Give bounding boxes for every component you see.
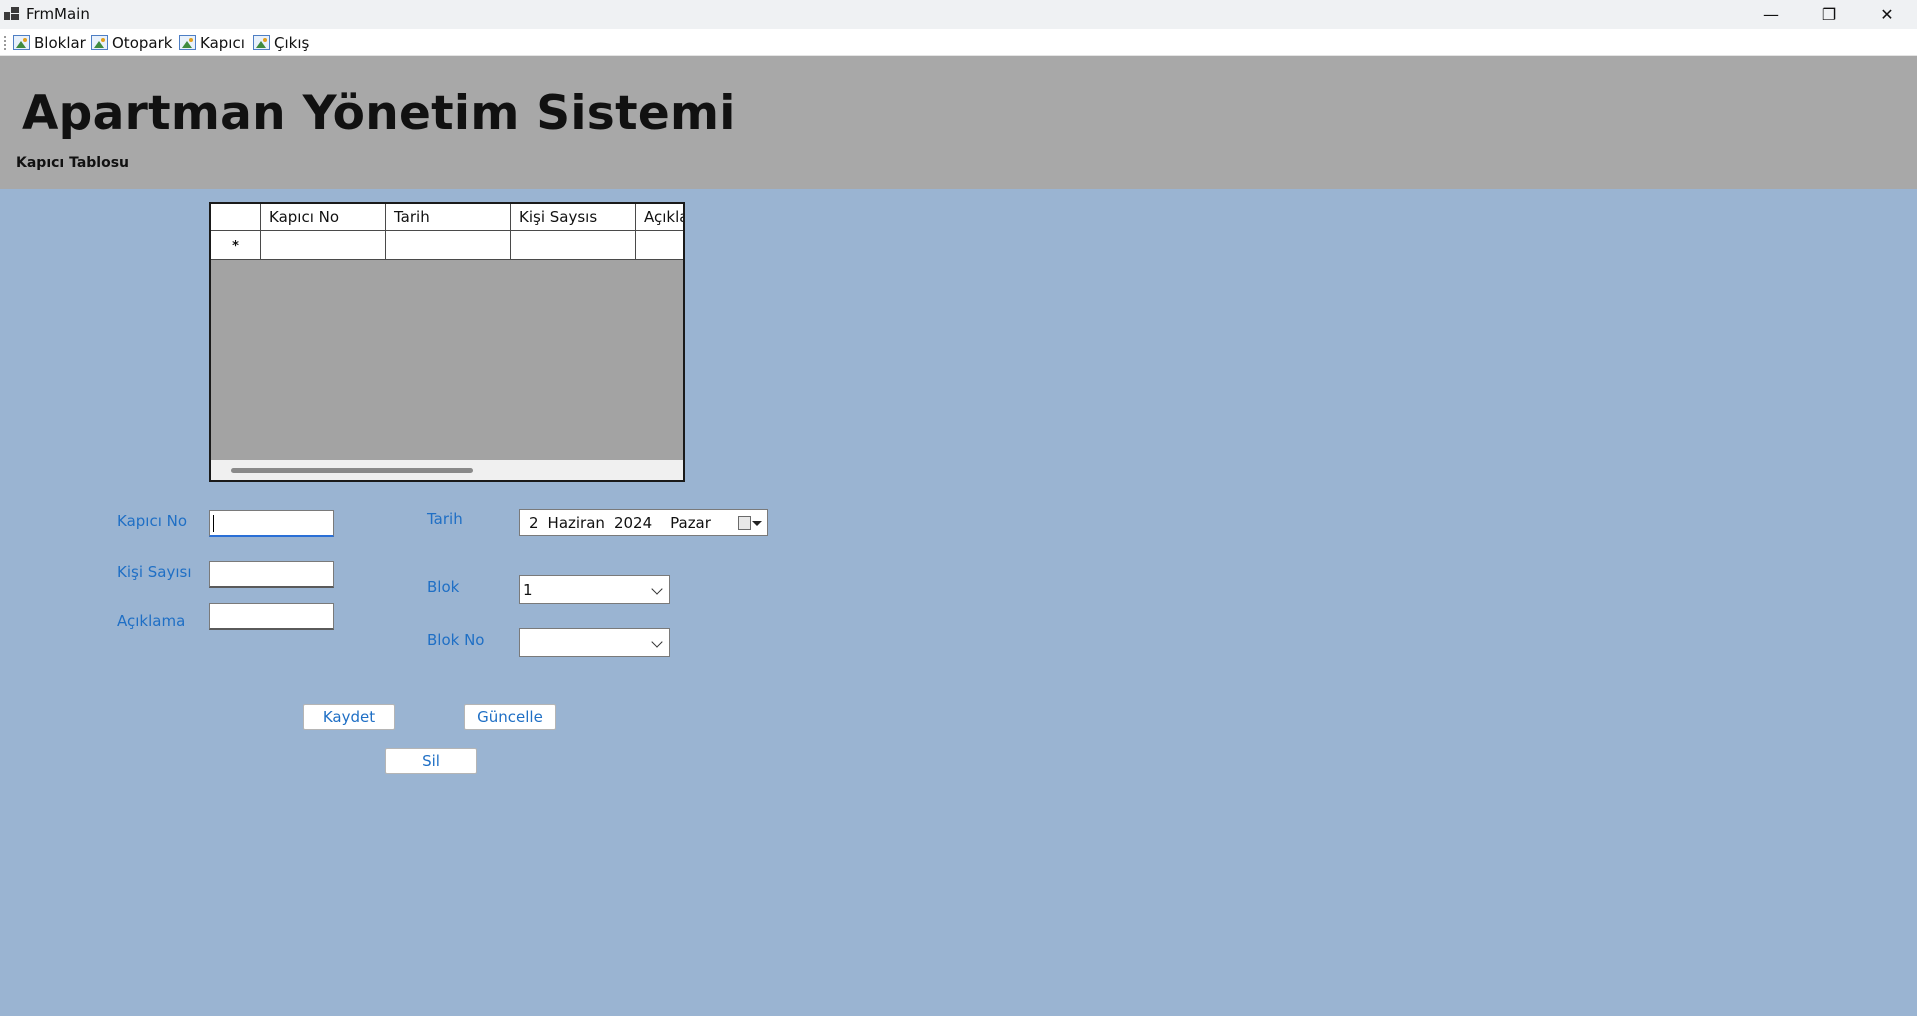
menu-item-label: Çıkış — [274, 33, 310, 52]
kapici-data-grid[interactable]: Kapıcı No Tarih Kişi Saysıs Açıkla * — [209, 202, 685, 482]
image-icon — [91, 35, 108, 50]
page-subtitle: Kapıcı Tablosu — [16, 155, 130, 171]
aciklama-field[interactable] — [209, 603, 334, 630]
column-header-tarih[interactable]: Tarih — [386, 204, 511, 230]
kaydet-button[interactable]: Kaydet — [303, 704, 395, 730]
horizontal-scrollbar[interactable] — [211, 460, 683, 480]
app-icon — [4, 7, 20, 21]
maximize-button[interactable]: ❐ — [1800, 0, 1858, 29]
menu-item-label: Otopark — [112, 33, 173, 52]
window-title: FrmMain — [26, 5, 90, 23]
image-icon — [13, 35, 30, 50]
restore-icon: ❐ — [1821, 5, 1837, 24]
table-cell[interactable] — [636, 231, 683, 259]
menu-strip: Bloklar Otopark Kapıcı Çıkış — [0, 29, 1917, 56]
blok-select[interactable]: 1 — [519, 575, 670, 604]
calendar-icon[interactable] — [738, 516, 751, 530]
blok-no-label: Blok No — [427, 631, 485, 649]
close-icon: ✕ — [1880, 5, 1894, 24]
menu-item-label: Kapıcı — [200, 33, 245, 52]
new-row-marker: * — [232, 238, 239, 254]
minimize-button[interactable]: — — [1742, 0, 1800, 29]
kisi-sayisi-label: Kişi Sayısı — [117, 563, 192, 581]
tarih-label: Tarih — [427, 510, 463, 528]
date-year: 2024 — [613, 513, 653, 532]
table-cell[interactable] — [261, 231, 386, 259]
table-cell[interactable] — [386, 231, 511, 259]
blok-selected-value: 1 — [523, 580, 533, 599]
table-row-new[interactable]: * — [211, 231, 683, 260]
menu-item-cikis[interactable]: Çıkış — [253, 32, 309, 53]
title-bar: FrmMain — ❐ ✕ — [0, 0, 1917, 29]
row-header[interactable]: * — [211, 231, 261, 259]
chevron-down-icon — [651, 583, 663, 595]
table-cell[interactable] — [511, 231, 636, 259]
menu-grip — [4, 36, 6, 50]
menu-item-kapici[interactable]: Kapıcı — [179, 32, 245, 53]
image-icon — [179, 35, 196, 50]
guncelle-button[interactable]: Güncelle — [464, 704, 556, 730]
date-day: 2 — [529, 513, 539, 532]
image-icon — [253, 35, 270, 50]
chevron-down-icon — [651, 636, 663, 648]
menu-item-label: Bloklar — [34, 33, 86, 52]
date-weekday: Pazar — [670, 513, 711, 532]
blok-label: Blok — [427, 578, 460, 596]
row-header-corner[interactable] — [211, 204, 261, 230]
text-caret — [213, 515, 214, 532]
kapici-no-label: Kapıcı No — [117, 512, 188, 530]
aciklama-label: Açıklama — [117, 612, 186, 630]
page-title: Apartman Yönetim Sistemi — [22, 86, 736, 141]
scrollbar-thumb[interactable] — [231, 468, 473, 473]
column-header-kapici-no[interactable]: Kapıcı No — [261, 204, 386, 230]
grid-header-row: Kapıcı No Tarih Kişi Saysıs Açıkla — [211, 204, 683, 231]
date-month: Haziran — [547, 513, 605, 532]
sil-button[interactable]: Sil — [385, 748, 477, 774]
menu-item-otopark[interactable]: Otopark — [91, 32, 172, 53]
dropdown-arrow-icon[interactable] — [752, 521, 762, 526]
close-button[interactable]: ✕ — [1858, 0, 1916, 29]
tarih-date-picker[interactable]: 2 Haziran 2024 Pazar — [519, 509, 768, 536]
menu-item-bloklar[interactable]: Bloklar — [13, 32, 86, 53]
header-panel: Apartman Yönetim Sistemi Kapıcı Tablosu — [0, 56, 1917, 189]
blok-no-select[interactable] — [519, 628, 670, 657]
kapici-no-field[interactable] — [209, 510, 334, 537]
minimize-icon: — — [1763, 5, 1779, 24]
column-header-kisi-sayisi[interactable]: Kişi Saysıs — [511, 204, 636, 230]
column-header-aciklama[interactable]: Açıkla — [636, 204, 683, 230]
kisi-sayisi-field[interactable] — [209, 561, 334, 588]
